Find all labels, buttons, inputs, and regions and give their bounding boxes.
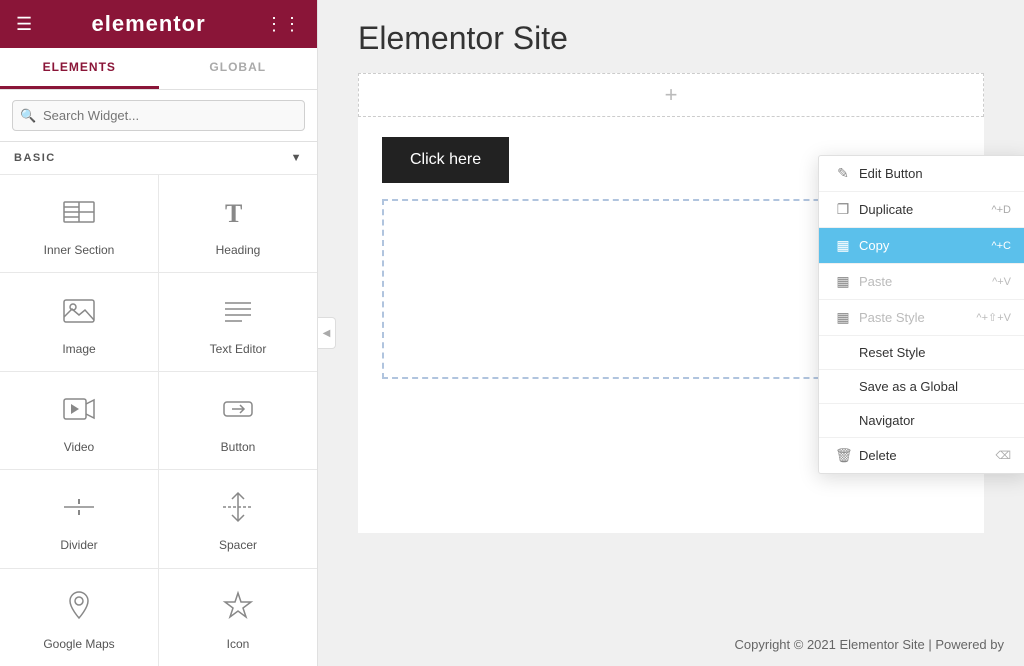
context-menu-reset-style[interactable]: Reset Style [819, 336, 1024, 370]
widget-inner-section[interactable]: Inner Section [0, 175, 158, 272]
context-menu-edit-button[interactable]: ✎ Edit Button [819, 156, 1024, 192]
inner-section-icon [61, 194, 97, 235]
sidebar: ☰ elementor ⋮⋮ ELEMENTS GLOBAL 🔍 BASIC ▼ [0, 0, 318, 666]
copy-icon: ▦ [835, 237, 851, 254]
widget-label-google-maps: Google Maps [43, 637, 114, 651]
spacer-icon [220, 489, 256, 530]
footer-bar: Copyright © 2021 Elementor Site | Powere… [318, 623, 1024, 666]
copy-shortcut: ^+C [991, 240, 1011, 252]
widget-image[interactable]: Image [0, 273, 158, 370]
tab-elements[interactable]: ELEMENTS [0, 48, 159, 89]
context-menu-delete[interactable]: 🗑 Delete ⌫ [819, 438, 1024, 473]
plus-icon: + [665, 82, 678, 108]
context-menu: ✎ Edit Button ❐ Duplicate ^+D ▦ Copy ^+C… [818, 155, 1024, 474]
google-maps-icon [61, 588, 97, 629]
edit-button-label: Edit Button [859, 166, 923, 181]
context-menu-save-global[interactable]: Save as a Global [819, 370, 1024, 404]
text-editor-icon [220, 293, 256, 334]
duplicate-icon: ❐ [835, 201, 851, 218]
context-menu-navigator[interactable]: Navigator [819, 404, 1024, 438]
widget-button[interactable]: Button [159, 372, 317, 469]
edit-icon: ✎ [835, 165, 851, 182]
main-content: Elementor Site + Click here + ⚙ Drag wid [318, 0, 1024, 666]
widget-spacer[interactable]: Spacer [159, 470, 317, 567]
sidebar-tabs: ELEMENTS GLOBAL [0, 48, 317, 90]
widget-label-heading: Heading [216, 243, 261, 257]
tab-global[interactable]: GLOBAL [159, 48, 318, 89]
delete-icon: 🗑 [835, 447, 851, 464]
add-section-bar[interactable]: + [358, 73, 984, 117]
click-here-button[interactable]: Click here [382, 137, 509, 183]
widget-text-editor[interactable]: Text Editor [159, 273, 317, 370]
save-global-label: Save as a Global [859, 379, 958, 394]
divider-icon [61, 489, 97, 530]
widget-divider[interactable]: Divider [0, 470, 158, 567]
delete-label: Delete [859, 448, 897, 463]
search-bar: 🔍 [0, 90, 317, 142]
context-menu-copy[interactable]: ▦ Copy ^+C [819, 228, 1024, 264]
paste-icon: ▦ [835, 273, 851, 290]
icon-widget-icon [220, 588, 256, 629]
footer-text: Copyright © 2021 Elementor Site | Powere… [735, 637, 1004, 652]
widget-heading[interactable]: T Heading [159, 175, 317, 272]
heading-icon: T [220, 194, 256, 235]
search-input[interactable] [12, 100, 305, 131]
hamburger-icon[interactable]: ☰ [16, 14, 32, 35]
paste-shortcut: ^+V [992, 276, 1011, 288]
grid-icon[interactable]: ⋮⋮ [265, 14, 301, 35]
navigator-label: Navigator [859, 413, 915, 428]
search-icon: 🔍 [20, 108, 36, 124]
brand-logo: elementor [91, 11, 205, 37]
widget-label-text-editor: Text Editor [210, 342, 267, 356]
section-label: BASIC [14, 152, 56, 164]
copy-label: Copy [859, 238, 889, 253]
widget-label-button: Button [221, 440, 256, 454]
button-icon [220, 391, 256, 432]
paste-style-label: Paste Style [859, 310, 925, 325]
paste-label: Paste [859, 274, 892, 289]
page-title: Elementor Site [318, 0, 1024, 73]
widget-google-maps[interactable]: Google Maps [0, 569, 158, 666]
paste-style-shortcut: ^+⇧+V [976, 311, 1011, 324]
widget-label-divider: Divider [60, 538, 97, 552]
video-icon [61, 391, 97, 432]
sidebar-header: ☰ elementor ⋮⋮ [0, 0, 317, 48]
widget-icon[interactable]: Icon [159, 569, 317, 666]
svg-text:T: T [225, 199, 242, 228]
context-menu-paste-style[interactable]: ▦ Paste Style ^+⇧+V [819, 300, 1024, 336]
widget-label-video: Video [64, 440, 94, 454]
widget-label-inner-section: Inner Section [44, 243, 115, 257]
widget-label-icon: Icon [227, 637, 250, 651]
context-menu-paste[interactable]: ▦ Paste ^+V [819, 264, 1024, 300]
image-icon [61, 293, 97, 334]
widget-video[interactable]: Video [0, 372, 158, 469]
widget-grid: Inner Section T Heading Image [0, 174, 317, 666]
paste-style-icon: ▦ [835, 309, 851, 326]
sidebar-collapse-button[interactable]: ◀ [318, 317, 336, 349]
widget-label-spacer: Spacer [219, 538, 257, 552]
reset-style-label: Reset Style [859, 345, 925, 360]
duplicate-shortcut: ^+D [991, 204, 1011, 216]
chevron-down-icon: ▼ [291, 152, 303, 164]
section-header-basic[interactable]: BASIC ▼ [0, 142, 317, 174]
context-menu-duplicate[interactable]: ❐ Duplicate ^+D [819, 192, 1024, 228]
duplicate-label: Duplicate [859, 202, 913, 217]
delete-shortcut: ⌫ [995, 449, 1011, 462]
widget-label-image: Image [62, 342, 95, 356]
